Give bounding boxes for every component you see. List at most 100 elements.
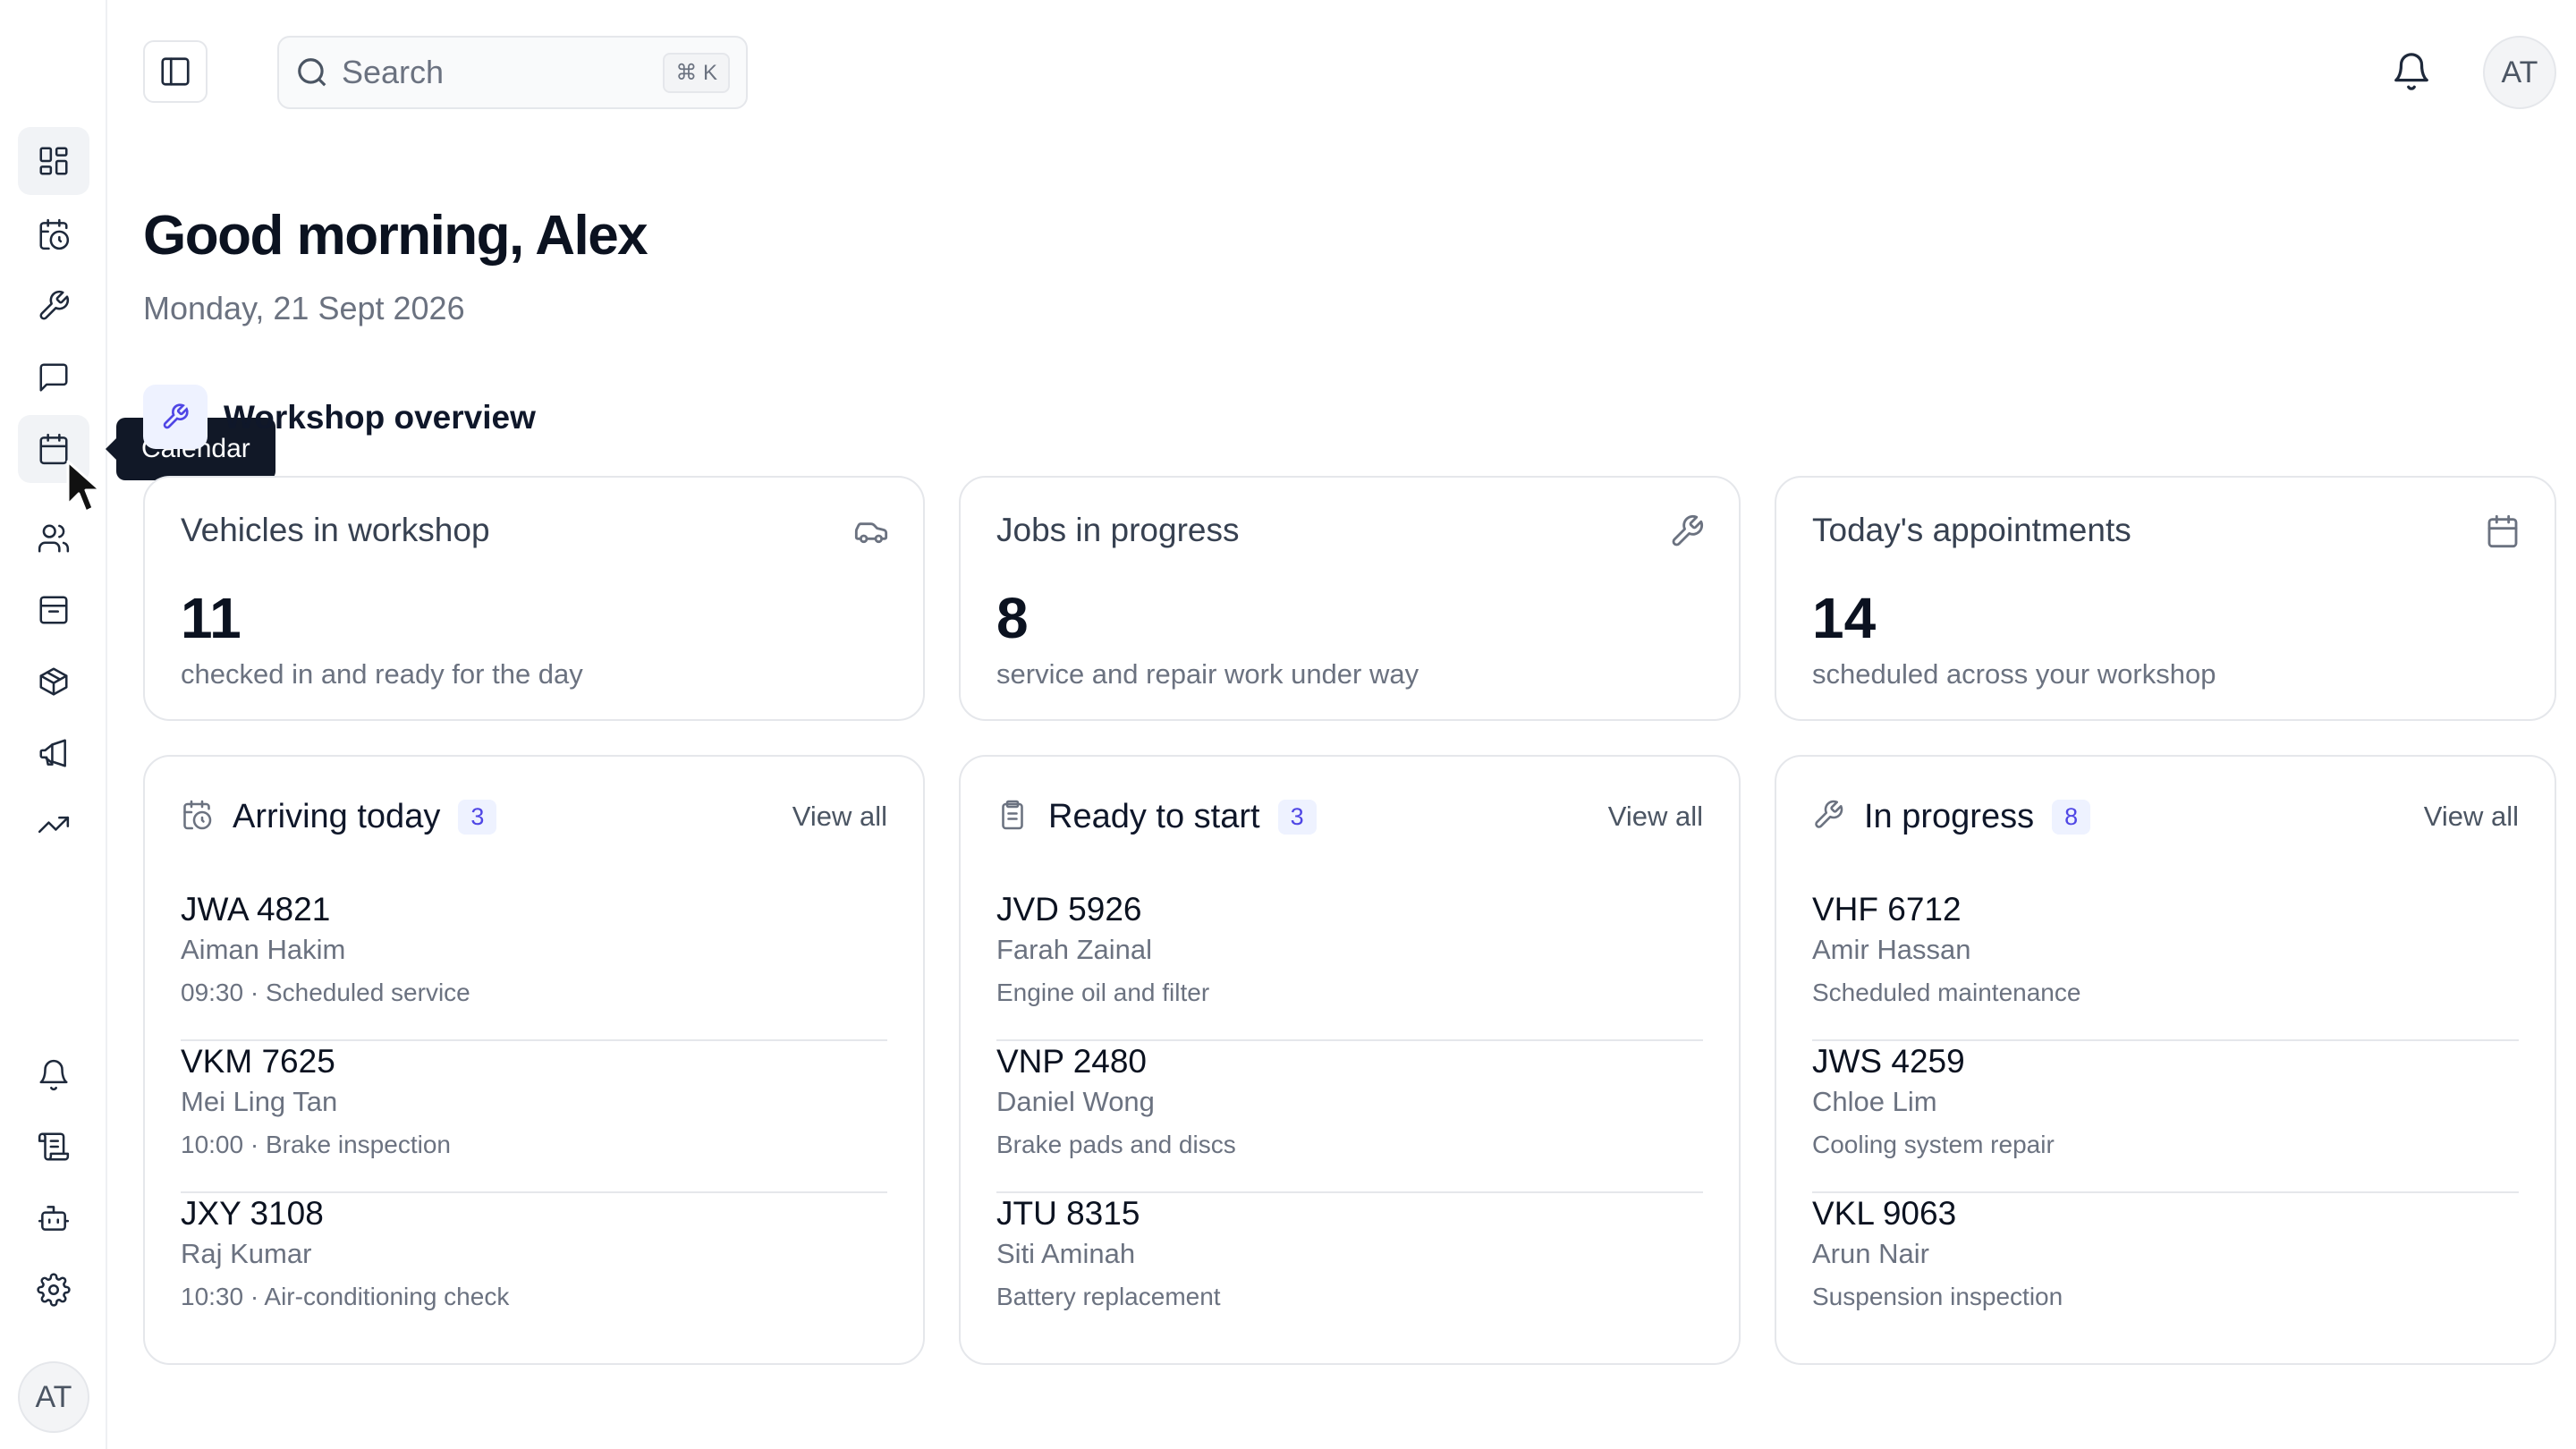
customer-name: Daniel Wong xyxy=(996,1086,1155,1117)
list-card-header: Arriving today 3 View all xyxy=(181,794,887,839)
stat-value: 11 xyxy=(181,586,242,650)
list-item[interactable]: JWS 4259 Chloe Lim Cooling system repair xyxy=(1812,1041,2519,1193)
job-detail: Suspension inspection xyxy=(1812,1283,2063,1310)
stat-value: 14 xyxy=(1812,586,1877,650)
plate-number: JXY 3108 xyxy=(181,1195,324,1232)
nav-inbox[interactable] xyxy=(18,576,89,644)
view-all-link[interactable]: View all xyxy=(1608,801,1703,833)
stat-card-vehicles: Vehicles in workshop 11 checked in and r… xyxy=(143,476,925,721)
job-detail: 10:30 · Air-conditioning check xyxy=(181,1283,510,1310)
list-item[interactable]: JTU 8315 Siti Aminah Battery replacement xyxy=(996,1193,1703,1345)
plate-number: VKL 9063 xyxy=(1812,1195,1957,1232)
list-card-in-progress: In progress 8 View all VHF 6712 Amir Has… xyxy=(1775,755,2556,1365)
count-badge: 3 xyxy=(1277,799,1317,835)
notifications-button[interactable] xyxy=(2379,38,2444,106)
customer-name: Farah Zainal xyxy=(996,934,1153,965)
customer-name: Siti Aminah xyxy=(996,1238,1136,1269)
stat-description: service and repair work under way xyxy=(996,658,1419,690)
plate-number: JTU 8315 xyxy=(996,1195,1140,1232)
list-card-header: Ready to start 3 View all xyxy=(996,794,1703,839)
settings-icon xyxy=(37,1273,71,1307)
list-item[interactable]: JXY 3108 Raj Kumar 10:30 · Air-condition… xyxy=(181,1193,887,1345)
list-item[interactable]: JWA 4821 Aiman Hakim 09:30 · Scheduled s… xyxy=(181,889,887,1041)
stat-card-appointments: Today's appointments 14 scheduled across… xyxy=(1775,476,2556,721)
customer-name: Raj Kumar xyxy=(181,1238,312,1269)
plate-number: VKM 7625 xyxy=(181,1043,335,1080)
stat-label: Jobs in progress xyxy=(996,512,1240,548)
list-card-arriving-today: Arriving today 3 View all JWA 4821 Aiman… xyxy=(143,755,925,1365)
list-item[interactable]: VHF 6712 Amir Hassan Scheduled maintenan… xyxy=(1812,889,2519,1041)
stat-label: Vehicles in workshop xyxy=(181,512,490,548)
job-detail: Brake pads and discs xyxy=(996,1131,1236,1158)
plate-number: VHF 6712 xyxy=(1812,891,1962,928)
nav-messages[interactable] xyxy=(18,343,89,411)
job-detail: 10:00 · Brake inspection xyxy=(181,1131,451,1158)
plate-number: JVD 5926 xyxy=(996,891,1142,928)
stat-description: scheduled across your workshop xyxy=(1812,658,2216,690)
list-item[interactable]: JVD 5926 Farah Zainal Engine oil and fil… xyxy=(996,889,1703,1041)
job-detail: Cooling system repair xyxy=(1812,1131,2055,1158)
nav-dashboard[interactable] xyxy=(18,127,89,195)
stat-value: 8 xyxy=(996,586,1029,650)
list-item[interactable]: VNP 2480 Daniel Wong Brake pads and disc… xyxy=(996,1041,1703,1193)
trending-up-icon xyxy=(38,816,70,834)
list-item[interactable]: VKL 9063 Arun Nair Suspension inspection xyxy=(1812,1193,2519,1345)
search-input[interactable]: Search ⌘ K xyxy=(277,36,748,109)
section-title: Workshop overview xyxy=(224,399,536,436)
nav-jobs[interactable] xyxy=(18,272,89,340)
nav-assistant[interactable] xyxy=(18,1184,89,1252)
view-all-link[interactable]: View all xyxy=(792,801,887,833)
nav-notifications[interactable] xyxy=(18,1041,89,1109)
customer-name: Arun Nair xyxy=(1812,1238,1929,1269)
customer-name: Amir Hassan xyxy=(1812,934,1971,965)
list-card-title: In progress xyxy=(1864,797,2035,835)
wrench-icon xyxy=(1669,513,1705,549)
nav-appointments[interactable] xyxy=(18,200,89,268)
job-detail: Engine oil and filter xyxy=(996,979,1210,1006)
stat-card-jobs: Jobs in progress 8 service and repair wo… xyxy=(959,476,1741,721)
current-date: Monday, 21 Sept 2026 xyxy=(143,290,465,326)
dashboard-icon xyxy=(39,147,68,175)
nav-marketing[interactable] xyxy=(18,719,89,787)
stat-description: checked in and ready for the day xyxy=(181,658,583,690)
wrench-icon xyxy=(39,290,70,320)
list-item[interactable]: VKM 7625 Mei Ling Tan 10:00 · Brake insp… xyxy=(181,1041,887,1193)
calendar-icon xyxy=(2485,513,2521,549)
view-all-link[interactable]: View all xyxy=(2424,801,2519,833)
plate-number: VNP 2480 xyxy=(996,1043,1147,1080)
search-shortcut-badge: ⌘ K xyxy=(663,52,730,93)
users-icon xyxy=(38,524,70,553)
bell-icon xyxy=(39,1059,68,1091)
mouse-cursor-icon xyxy=(66,460,102,513)
message-icon xyxy=(39,363,68,392)
megaphone-icon xyxy=(39,739,66,767)
job-detail: Scheduled maintenance xyxy=(1812,979,2081,1006)
wrench-icon xyxy=(163,403,189,429)
job-detail: Battery replacement xyxy=(996,1283,1221,1310)
package-icon xyxy=(39,667,68,696)
customer-name: Aiman Hakim xyxy=(181,934,346,965)
scroll-icon xyxy=(38,1132,70,1161)
calendar-clock-icon xyxy=(181,799,216,835)
nav-inventory[interactable] xyxy=(18,648,89,716)
user-avatar[interactable]: AT xyxy=(2483,36,2556,109)
customer-name: Mei Ling Tan xyxy=(181,1086,338,1117)
nav-settings[interactable] xyxy=(18,1256,89,1324)
job-detail: 09:30 · Scheduled service xyxy=(181,979,470,1006)
panel-left-icon xyxy=(161,57,190,86)
sidebar-avatar[interactable]: AT xyxy=(18,1361,89,1433)
nav-reports[interactable] xyxy=(18,791,89,859)
bot-icon xyxy=(38,1206,70,1231)
sidebar-toggle-button[interactable] xyxy=(143,40,208,103)
search-placeholder: Search xyxy=(342,54,445,90)
count-badge: 8 xyxy=(2052,799,2091,835)
sidebar: AT xyxy=(0,0,107,1449)
list-card-title: Ready to start xyxy=(1048,797,1260,835)
nav-logs[interactable] xyxy=(18,1113,89,1181)
plate-number: JWA 4821 xyxy=(181,891,331,928)
list-card-title: Arriving today xyxy=(233,797,441,835)
search-icon xyxy=(298,58,326,87)
inbox-icon xyxy=(39,596,68,624)
bell-icon xyxy=(2394,53,2428,90)
car-icon xyxy=(853,513,889,549)
